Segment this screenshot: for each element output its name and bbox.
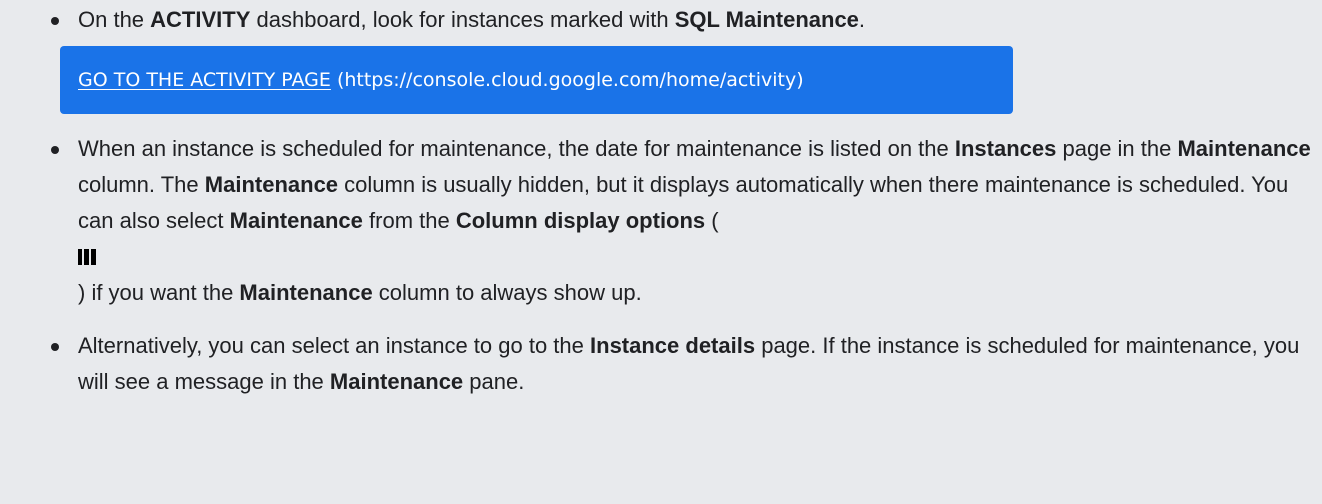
bullet-dot xyxy=(51,343,59,351)
column-display-options-icon xyxy=(78,239,1312,275)
activity-link-box: GO TO THE ACTIVITY PAGE (https://console… xyxy=(60,46,1013,114)
bullet-dot xyxy=(51,17,59,25)
list-item: When an instance is scheduled for mainte… xyxy=(0,131,1322,311)
list-item: Alternatively, you can select an instanc… xyxy=(0,328,1322,400)
item-2-text-end: ) if you want the Maintenance column to … xyxy=(78,280,642,305)
activity-page-url: (https://console.cloud.google.com/home/a… xyxy=(336,69,804,91)
item-1-text: On the ACTIVITY dashboard, look for inst… xyxy=(78,7,866,32)
document-body: On the ACTIVITY dashboard, look for inst… xyxy=(0,2,1322,504)
go-to-activity-page-link[interactable]: GO TO THE ACTIVITY PAGE xyxy=(78,69,331,91)
bullet-dot xyxy=(51,146,59,154)
bullet-list: On the ACTIVITY dashboard, look for inst… xyxy=(0,2,1322,400)
list-item: On the ACTIVITY dashboard, look for inst… xyxy=(0,2,1322,114)
item-2-text: When an instance is scheduled for mainte… xyxy=(78,136,1311,233)
item-3-text: Alternatively, you can select an instanc… xyxy=(78,333,1300,394)
